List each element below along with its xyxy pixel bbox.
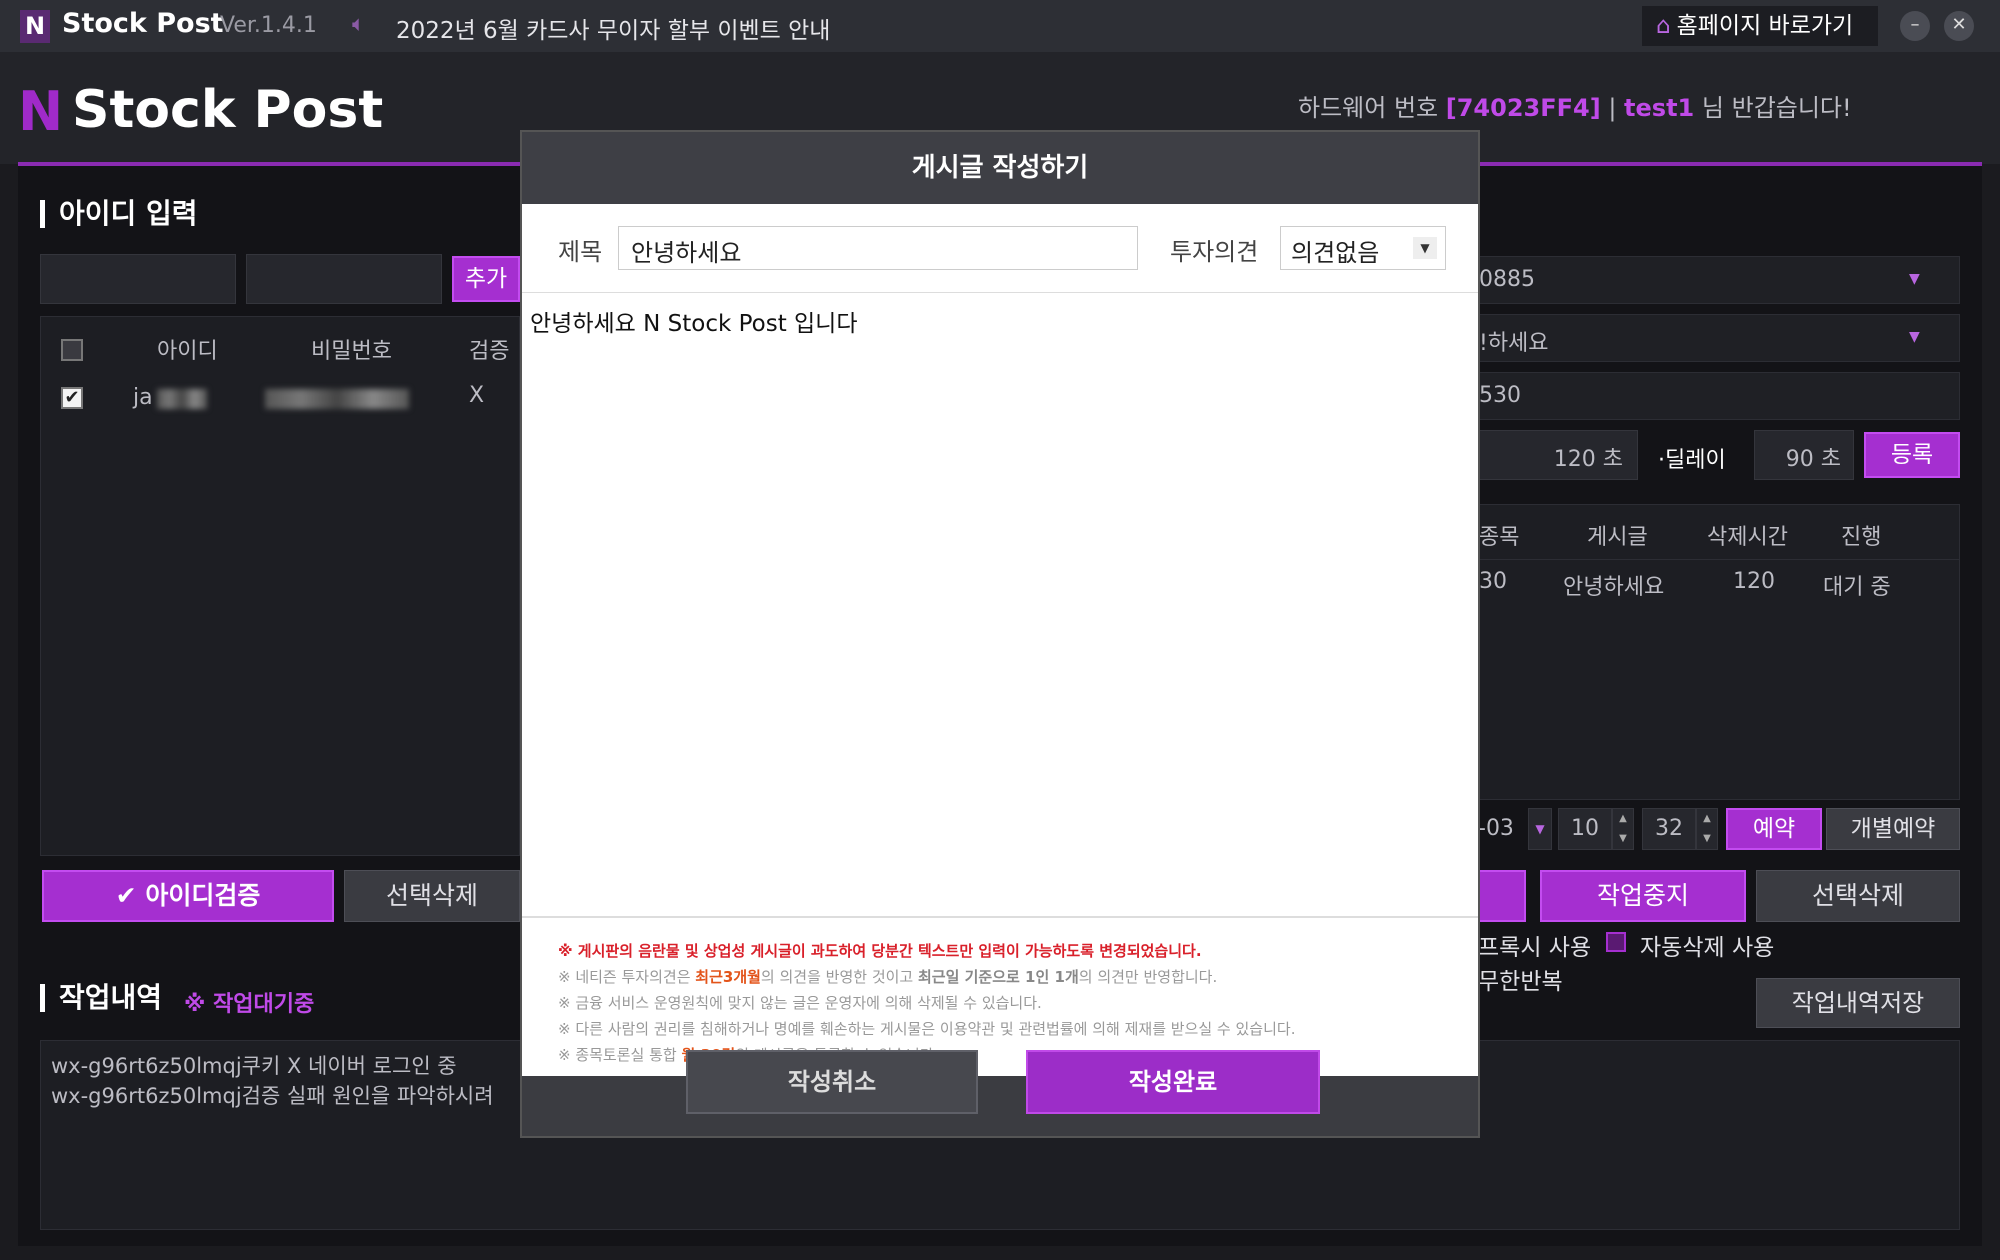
subject-label: 제목 [558,238,603,266]
col-id: 아이디 [157,339,218,364]
auto-delete-checkbox[interactable] [1606,932,1626,952]
id-section-title: 아이디 입력 [40,200,198,228]
post-title: !하세요 [1479,331,1549,356]
cancel-button[interactable]: 작성취소 [686,1050,978,1114]
notice-line: ※ 네티즌 투자의견은 최근3개월의 의견을 반영한 것이고 최근일 기준으로 … [558,968,1218,986]
title-bar: N Stock Post Ver.1.4.1 🔈︎ 2022년 6월 카드사 무… [0,0,2000,52]
app-logo-icon: N [20,10,50,43]
opinion-select[interactable]: 의견없음 ▼ [1280,226,1446,270]
reserve-button[interactable]: 예약 [1726,808,1822,850]
register-button[interactable]: 등록 [1864,432,1960,478]
notice-list: ※ 게시판의 음란물 및 상업성 게시글이 과도하여 당분간 텍스트만 입력이 … [522,916,1478,1076]
greeting-separator: | [1608,94,1617,122]
hw-label: 하드웨어 번호 [1298,94,1439,122]
dialog-title: 게시글 작성하기 [522,132,1478,204]
row-checkbox[interactable]: ✔ [61,387,83,409]
proxy-option-label: 프록시 사용 [1478,935,1592,961]
post-select[interactable]: !하세요 ▼ [1478,314,1960,362]
col-password: 비밀번호 [311,339,392,364]
verify-id-button[interactable]: ✔ 아이디검증 [42,870,334,922]
app-name: Stock Post [62,8,224,39]
notice-line: ※ 게시판의 음란물 및 상업성 게시글이 과도하여 당분간 텍스트만 입력이 … [558,942,1202,960]
log-title: 작업내역 [40,984,162,1012]
minimize-button[interactable]: – [1900,11,1930,41]
chevron-down-icon: ▼ [1909,329,1920,345]
stop-button[interactable]: 작업중지 [1540,870,1746,922]
repeat-option-label: 무한반복 [1478,969,1563,995]
greeting: 하드웨어 번호 [74023FF4] | test1 님 반갑습니다! [1298,88,1852,123]
select-all-checkbox[interactable] [61,339,83,361]
row-post: 안녕하세요 [1563,575,1665,600]
opinion-label: 투자의견 [1170,238,1259,266]
col-progress: 진행 [1841,525,1882,550]
delay-input[interactable]: 90 초 [1754,430,1854,480]
brand-logo-n: N [18,80,64,143]
compose-form: 제목 안녕하세요 투자의견 의견없음 ▼ 안녕하세요 N Stock Post … [522,204,1478,1076]
greeting-text: 님 반갑습니다! [1701,94,1852,122]
table-divider [1479,559,1959,560]
count-value: 530 [1479,383,1521,408]
delay-label: ·딜레이 [1658,448,1726,473]
hour-stepper-icon[interactable]: ▲ ▼ [1612,808,1634,850]
submit-button[interactable]: 작성완료 [1026,1050,1320,1114]
id-input[interactable] [40,254,236,304]
col-post: 게시글 [1587,525,1648,550]
hour-input[interactable]: 10 [1558,808,1612,850]
minute-input[interactable]: 32 [1642,808,1696,850]
form-divider [522,292,1478,293]
notice-line: ※ 금융 서비스 운영원칙에 맞지 않는 글은 운영자에 의해 삭제될 수 있습… [558,994,1042,1012]
delete-time-input[interactable]: 120 초 [1478,430,1638,480]
left-delete-button[interactable]: 선택삭제 [344,870,520,922]
schedule-table: 종목 게시글 삭제시간 진행 30 안녕하세요 120 대기 중 [1478,504,1960,800]
password-input[interactable] [246,254,442,304]
homepage-button[interactable]: ⌂ 홈페이지 바로가기 [1642,6,1878,46]
stock-code: 0885 [1479,267,1535,292]
row-status: 대기 중 [1823,575,1891,600]
date-dropdown-icon[interactable]: ▼ [1528,808,1552,850]
right-delete-button[interactable]: 선택삭제 [1756,870,1960,922]
brand-logo-text: Stock Post [72,80,384,140]
row-password-masked [265,389,409,409]
notice-line: ※ 다른 사람의 권리를 침해하거나 명예를 훼손하는 게시물은 이용약관 및 … [558,1020,1296,1038]
save-log-button[interactable]: 작업내역저장 [1756,978,1960,1028]
row-verify: X [469,383,485,408]
username: test1 [1624,94,1695,122]
row-time: 120 [1733,569,1775,594]
col-verify: 검증 [469,339,510,364]
count-input[interactable]: 530 [1478,372,1960,420]
row-code: 30 [1479,569,1507,594]
individual-reserve-button[interactable]: 개별예약 [1826,808,1960,850]
subject-input[interactable]: 안녕하세요 [618,226,1138,270]
compose-dialog: 게시글 작성하기 제목 안녕하세요 투자의견 의견없음 ▼ 안녕하세요 N St… [520,130,1480,1138]
caret-down-icon: ▼ [1413,237,1437,259]
minute-stepper-icon[interactable]: ▲ ▼ [1696,808,1718,850]
stock-select[interactable]: 0885 ▼ [1478,256,1960,304]
homepage-button-label: 홈페이지 바로가기 [1676,13,1854,39]
app-version: Ver.1.4.1 [220,13,317,38]
close-button[interactable]: ✕ [1944,11,1974,41]
hw-id: [74023FF4] [1445,94,1601,122]
speaker-icon: 🔈︎ [352,12,366,37]
add-button[interactable]: 추가 [452,256,520,302]
start-button-partial[interactable] [1478,870,1526,922]
auto-delete-label: 자동삭제 사용 [1640,935,1775,961]
body-textarea[interactable]: 안녕하세요 N Stock Post 입니다 [530,304,858,338]
home-icon: ⌂ [1656,13,1671,39]
chevron-down-icon: ▼ [1909,271,1920,287]
row-id-masked [157,389,207,409]
col-delete-time: 삭제시간 [1707,525,1788,550]
row-id: ja [133,385,153,410]
opinion-value: 의견없음 [1291,239,1380,267]
id-list: 아이디 비밀번호 검증 ✔ ja X [40,316,520,856]
col-code: 종목 [1479,525,1520,550]
notice-link[interactable]: 2022년 6월 카드사 무이자 할부 이벤트 안내 [396,11,830,45]
log-status: ※ 작업대기중 [184,992,315,1017]
